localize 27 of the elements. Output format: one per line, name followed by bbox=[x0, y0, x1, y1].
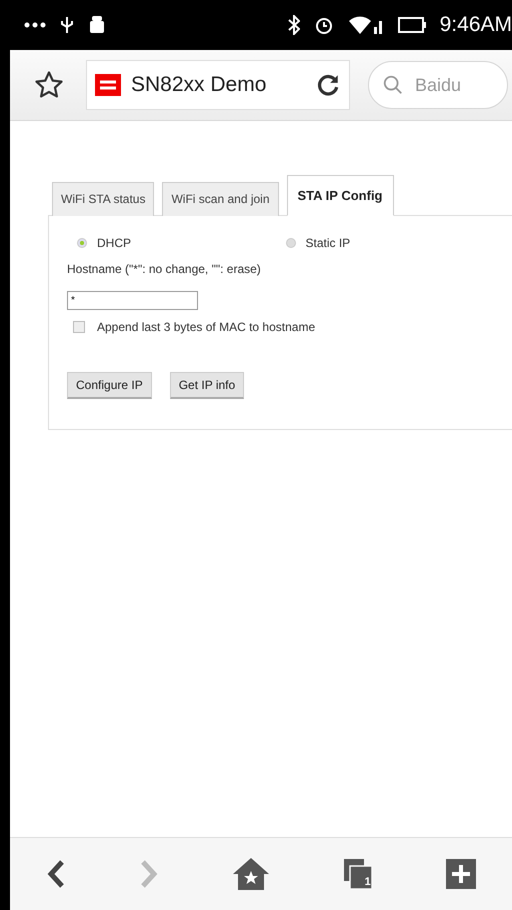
radio-button[interactable] bbox=[286, 238, 296, 248]
alarm-icon bbox=[314, 15, 334, 35]
battery-icon bbox=[398, 16, 426, 34]
tab[interactable]: WiFi scan and join bbox=[162, 182, 279, 216]
clock-time: 9:46AM bbox=[440, 13, 512, 37]
hostname-label: Hostname ("*": no change, "": erase) bbox=[67, 262, 262, 276]
hostname-field[interactable]: * bbox=[67, 291, 198, 310]
search-field[interactable]: Baidu bbox=[368, 61, 508, 109]
bluetooth-icon bbox=[288, 15, 300, 35]
checkbox-label: Append last 3 bytes of MAC to hostname bbox=[97, 320, 316, 334]
address-bar[interactable]: SN82xx Demo bbox=[86, 60, 350, 110]
page-title: SN82xx Demo bbox=[131, 73, 268, 97]
checkbox[interactable] bbox=[73, 321, 85, 333]
tab[interactable]: STA IP Config bbox=[286, 175, 394, 216]
form-button[interactable]: Get IP info bbox=[170, 372, 244, 399]
radio-button[interactable] bbox=[77, 238, 87, 248]
wifi-signal-icon bbox=[348, 15, 384, 35]
site-logo-icon bbox=[95, 74, 121, 96]
tabs-button[interactable]: 1 bbox=[338, 854, 377, 894]
radio-label: Static IP bbox=[306, 236, 350, 250]
reload-icon[interactable] bbox=[315, 72, 341, 98]
search-icon bbox=[382, 74, 404, 96]
radio-label: DHCP bbox=[97, 236, 132, 250]
tab[interactable]: WiFi STA status bbox=[52, 182, 154, 216]
usb-icon bbox=[60, 15, 74, 35]
form-button[interactable]: Configure IP bbox=[67, 372, 152, 399]
more-icon bbox=[24, 22, 46, 28]
